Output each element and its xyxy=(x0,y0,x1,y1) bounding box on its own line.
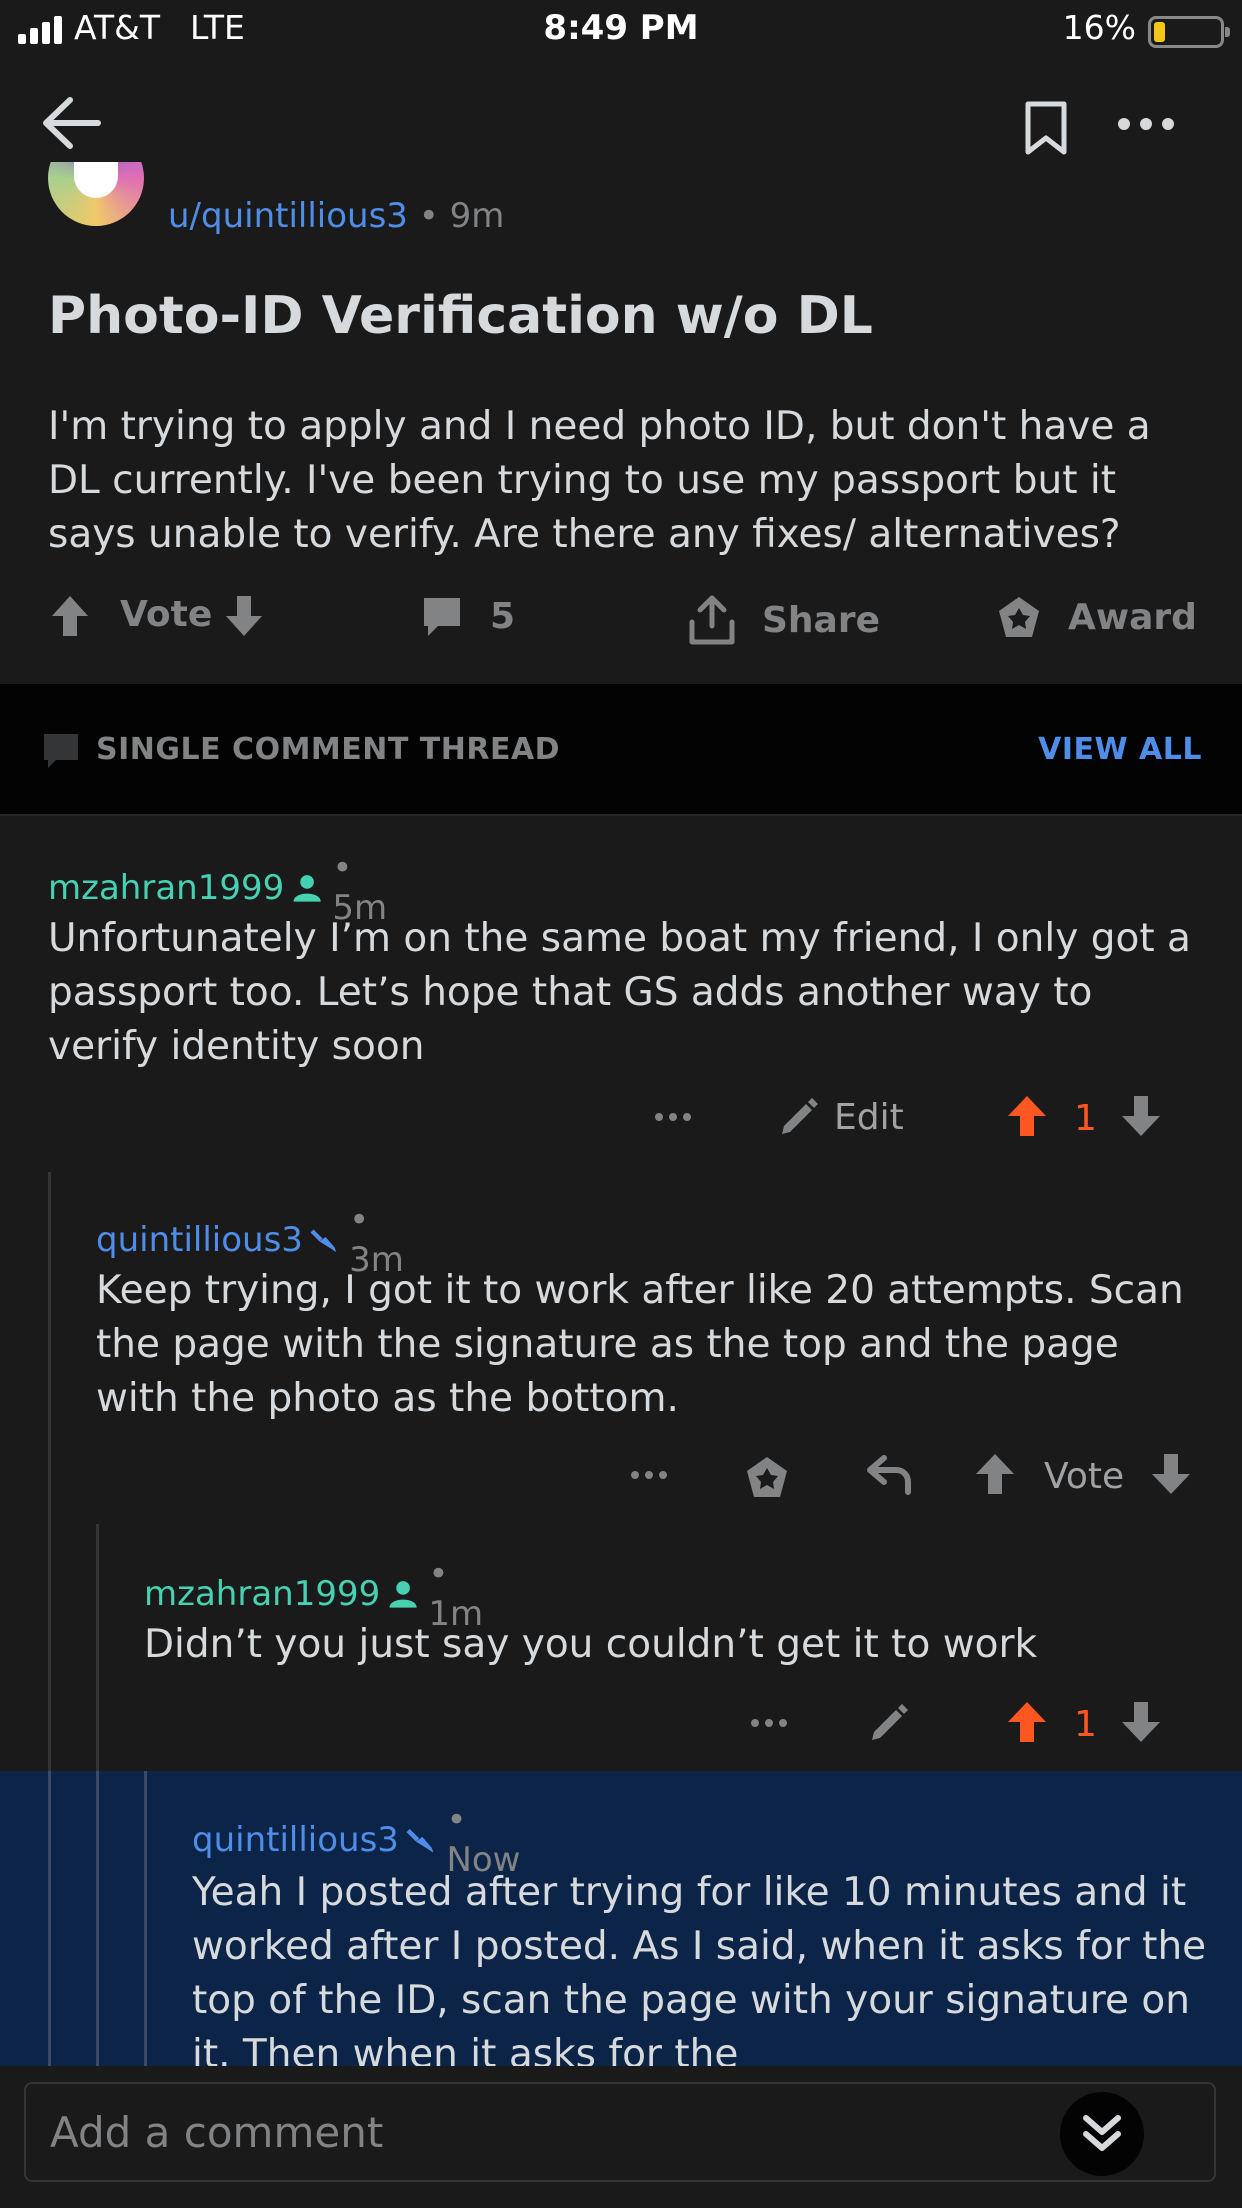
thread-line xyxy=(144,1771,147,2066)
upvote-arrow-icon xyxy=(52,596,88,636)
comment-more-button[interactable] xyxy=(654,1112,692,1122)
comment-actions: 1 xyxy=(0,1700,1242,1760)
status-bar: AT&T LTE 8:49 PM 16% xyxy=(0,0,1242,62)
mic-icon xyxy=(310,1229,337,1253)
upvote-button[interactable] xyxy=(974,1452,1016,1496)
op-person-icon xyxy=(389,1581,417,1608)
comment-body: Unfortunately I’m on the same boat my fr… xyxy=(48,916,1191,1069)
award-button[interactable] xyxy=(744,1454,790,1500)
post-meta: u/quintillious3 • 9m xyxy=(168,196,504,236)
downvote-button[interactable] xyxy=(1120,1700,1162,1744)
clock: 8:49 PM xyxy=(543,8,699,48)
comment-body: Yeah I posted after trying for like 10 m… xyxy=(192,1870,1207,2077)
double-chevron-down-icon xyxy=(1083,2115,1121,2151)
more-dots-icon xyxy=(631,1471,667,1479)
downvote-button[interactable] xyxy=(1120,1094,1162,1138)
add-comment-input[interactable]: Add a comment xyxy=(24,2082,1216,2182)
reply-arrow-icon xyxy=(867,1455,911,1495)
post-body: I'm trying to apply and I need photo ID,… xyxy=(48,404,1151,557)
award-button[interactable]: Award xyxy=(996,594,1197,640)
thread-bar-label: SINGLE COMMENT THREAD xyxy=(96,732,561,767)
post-author-link[interactable]: u/quintillious3 xyxy=(168,196,408,236)
bookmark-icon[interactable] xyxy=(1024,100,1068,156)
downvote-arrow-icon xyxy=(1122,1702,1160,1742)
upvote-arrow-icon xyxy=(1008,1702,1046,1742)
downvote-arrow-icon xyxy=(1122,1096,1160,1136)
comment-vote-label: Vote xyxy=(1044,1456,1125,1497)
thread-line xyxy=(48,1771,51,2066)
more-dots-icon xyxy=(655,1113,691,1121)
share-icon xyxy=(689,595,735,645)
comments-button[interactable]: 5 xyxy=(420,594,515,638)
award-icon xyxy=(747,1457,787,1497)
upvote-arrow-icon xyxy=(976,1454,1014,1494)
thread-line xyxy=(96,1771,99,2066)
single-comment-thread-bar: SINGLE COMMENT THREAD VIEW ALL xyxy=(0,684,1242,816)
comment-bubble-icon xyxy=(44,734,78,768)
comment-more-button[interactable] xyxy=(630,1470,668,1480)
comment-author[interactable]: quintillious3 xyxy=(96,1220,303,1260)
comment-score: 1 xyxy=(1074,1704,1097,1745)
comment-more-button[interactable] xyxy=(750,1718,788,1728)
jump-to-next-button[interactable] xyxy=(1060,2092,1144,2176)
more-dots-icon xyxy=(751,1719,787,1727)
comment-author[interactable]: mzahran1999 xyxy=(144,1574,380,1614)
share-button[interactable]: Share xyxy=(686,594,880,646)
upvote-button[interactable] xyxy=(1006,1094,1048,1138)
post-actions: Vote 5 Share Award xyxy=(0,582,1242,652)
award-label: Award xyxy=(1068,596,1197,638)
comment-body: Didn’t you just say you couldn’t get it … xyxy=(144,1622,1038,1667)
edit-button[interactable]: Edit xyxy=(778,1096,904,1138)
comment-bubble-icon xyxy=(424,598,460,636)
comment-actions: Vote xyxy=(0,1452,1242,1512)
pencil-icon xyxy=(782,1098,818,1134)
upvote-arrow-icon xyxy=(1008,1096,1046,1136)
comment-composer: Add a comment xyxy=(0,2066,1242,2208)
upvote-button[interactable] xyxy=(1006,1700,1048,1744)
downvote-arrow-icon xyxy=(1152,1454,1190,1494)
view-all-button[interactable]: VIEW ALL xyxy=(1038,732,1202,767)
comment-author[interactable]: mzahran1999 xyxy=(48,868,284,908)
post-age: • 9m xyxy=(418,196,505,236)
comment-author[interactable]: quintillious3 xyxy=(192,1820,399,1860)
post: u/quintillious3 • 9m Photo-ID Verificati… xyxy=(0,162,1242,684)
battery-percent: 16% xyxy=(1062,8,1136,47)
edit-label: Edit xyxy=(834,1096,904,1138)
downvote-arrow-icon xyxy=(226,596,262,636)
comment-score: 1 xyxy=(1074,1098,1097,1139)
upvote-button[interactable] xyxy=(48,594,92,638)
post-title: Photo-ID Verification w/o DL xyxy=(48,286,873,346)
battery-icon xyxy=(1148,16,1230,48)
avatar[interactable] xyxy=(48,162,144,226)
reply-button[interactable] xyxy=(866,1454,912,1496)
post-vote-label: Vote xyxy=(120,594,213,635)
downvote-button[interactable] xyxy=(1150,1452,1192,1496)
comment-actions: Edit 1 xyxy=(0,1094,1242,1154)
back-arrow-icon[interactable] xyxy=(40,96,102,150)
award-icon xyxy=(999,597,1039,637)
top-navigation xyxy=(0,62,1242,182)
share-label: Share xyxy=(762,599,881,641)
comment-body: Keep trying, I got it to work after like… xyxy=(96,1268,1184,1421)
comment-count: 5 xyxy=(490,595,516,637)
downvote-button[interactable] xyxy=(222,594,266,638)
mic-icon xyxy=(406,1828,434,1853)
edit-button[interactable] xyxy=(868,1702,910,1744)
add-comment-placeholder: Add a comment xyxy=(50,2108,384,2157)
op-person-icon xyxy=(293,875,321,902)
pencil-icon xyxy=(872,1704,908,1740)
more-options-icon[interactable] xyxy=(1116,114,1176,134)
